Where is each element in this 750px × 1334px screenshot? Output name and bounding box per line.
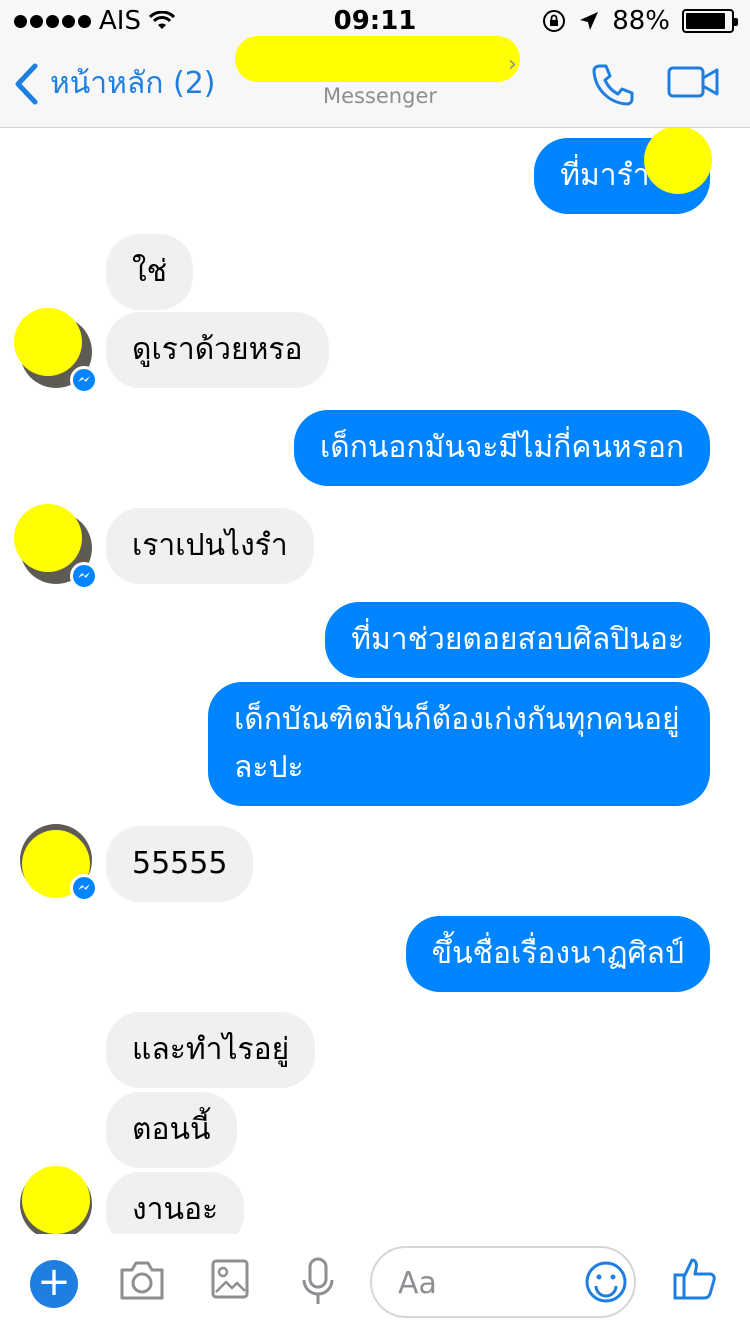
thumbs-up-icon xyxy=(673,1258,716,1300)
contact-avatar[interactable] xyxy=(14,504,98,590)
phone-icon xyxy=(592,64,634,106)
chevron-left-icon xyxy=(15,63,38,104)
message-incoming[interactable]: เราเปนไงรำ xyxy=(106,508,314,584)
message-input[interactable] xyxy=(398,1262,578,1304)
nav-subtitle: Messenger xyxy=(322,84,438,108)
message-outgoing[interactable]: ขึ้นชื่อเรื่องนาฏศิลป์ xyxy=(405,916,710,992)
gallery-button[interactable] xyxy=(210,1258,250,1304)
message-incoming[interactable]: 55555 xyxy=(106,826,254,902)
chevron-right-icon: › xyxy=(508,52,517,77)
gallery-icon xyxy=(211,1259,249,1299)
plus-icon[interactable]: + xyxy=(30,1260,78,1308)
contact-avatar[interactable] xyxy=(14,308,98,394)
like-button[interactable] xyxy=(672,1256,718,1306)
microphone-button[interactable] xyxy=(300,1256,336,1312)
contact-title[interactable]: › Messenger xyxy=(230,36,530,128)
video-camera-icon xyxy=(667,66,719,98)
emoji-button[interactable] xyxy=(584,1260,628,1308)
status-bar: AIS 09:11 88% xyxy=(0,0,750,40)
messenger-badge-icon xyxy=(70,562,98,590)
conversation-header: หน้าหลัก (2) › Messenger xyxy=(0,36,750,128)
messenger-badge-icon xyxy=(70,366,98,394)
location-arrow-icon xyxy=(580,12,599,30)
status-right: 88% xyxy=(542,6,738,36)
message-input-box[interactable] xyxy=(370,1246,636,1318)
redaction-mark xyxy=(644,128,712,194)
emoji-icon xyxy=(585,1261,627,1303)
message-incoming[interactable]: ดูเราด้วยหรอ xyxy=(106,312,329,388)
message-list[interactable]: ที่มารำให้ ใช่ ดูเราด้วยหรอ เด็กนอกมันจะ… xyxy=(0,128,750,1234)
message-outgoing[interactable]: ที่มาช่วยตอยสอบศิลปินอะ xyxy=(325,602,710,678)
back-button[interactable]: หน้าหลัก (2) xyxy=(14,60,215,107)
rotation-lock-icon xyxy=(543,10,566,32)
redaction-mark xyxy=(14,504,82,572)
message-incoming[interactable]: ตอนนี้ xyxy=(106,1092,237,1168)
video-call-button[interactable] xyxy=(666,62,720,106)
redaction-mark xyxy=(14,308,82,376)
call-button[interactable] xyxy=(590,62,636,112)
message-outgoing[interactable]: เด็กบัณฑิตมันก็ต้องเก่งกันทุกคนอยู่ละปะ xyxy=(208,682,710,806)
redacted-contact-name xyxy=(235,36,520,82)
message-incoming[interactable]: งานอะ xyxy=(106,1172,245,1234)
battery-fill xyxy=(686,13,725,29)
battery-percent: 88% xyxy=(612,6,670,36)
camera-icon xyxy=(120,1261,164,1300)
back-label: หน้าหลัก (2) xyxy=(50,66,216,101)
message-composer: + xyxy=(0,1234,750,1334)
message-incoming[interactable]: ใช่ xyxy=(106,234,194,310)
microphone-icon xyxy=(302,1257,334,1304)
redaction-mark xyxy=(22,1166,90,1234)
messenger-badge-icon xyxy=(70,874,98,902)
camera-button[interactable] xyxy=(118,1258,166,1306)
contact-avatar[interactable] xyxy=(20,824,98,902)
battery-icon xyxy=(682,9,738,33)
message-outgoing[interactable]: เด็กนอกมันจะมีไม่กี่คนหรอก xyxy=(293,410,710,486)
contact-avatar[interactable] xyxy=(20,1166,92,1234)
message-incoming[interactable]: และทำไรอยู่ xyxy=(106,1012,316,1088)
